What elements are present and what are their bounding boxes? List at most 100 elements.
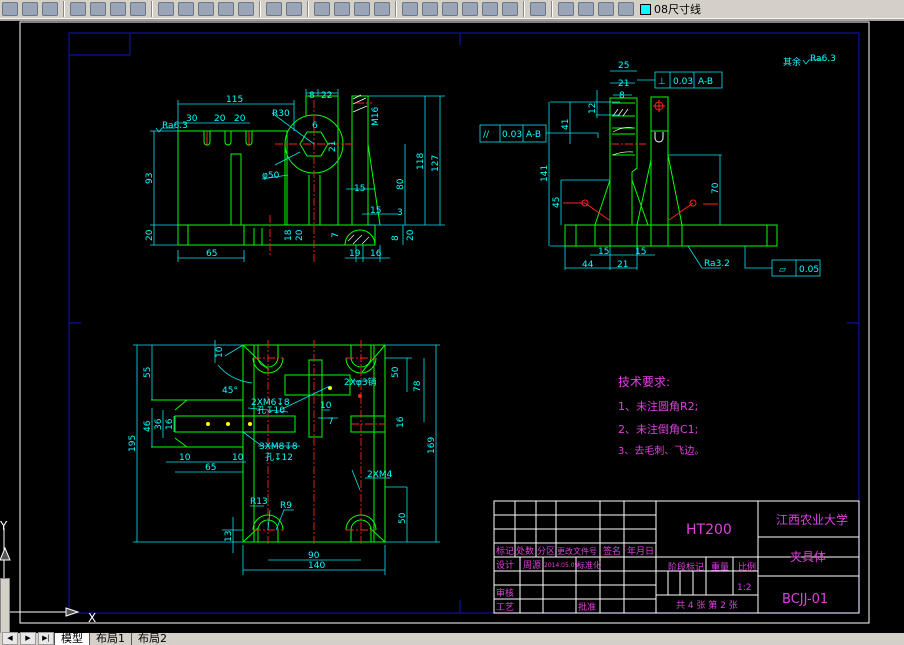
zoom-previous-icon[interactable] xyxy=(374,2,390,16)
preview-icon[interactable] xyxy=(90,2,106,16)
svg-text:1、未注圆角R2;: 1、未注圆角R2; xyxy=(618,399,698,413)
dim-text: 45° xyxy=(222,386,238,396)
open-icon[interactable] xyxy=(22,2,38,16)
dim-text: 55 xyxy=(143,367,153,378)
layer-name: 08尺寸线 xyxy=(654,3,701,16)
design-center-icon[interactable] xyxy=(422,2,438,16)
svg-text:审核: 审核 xyxy=(496,587,514,599)
callout-text: 2XM4 xyxy=(367,470,393,480)
dim-text: 3 xyxy=(397,208,403,218)
save-icon[interactable] xyxy=(42,2,58,16)
svg-text:2014.05.05: 2014.05.05 xyxy=(544,562,579,569)
dim-text: 15 xyxy=(354,184,365,194)
dim-text: 12 xyxy=(588,103,598,114)
dim-text: 70 xyxy=(711,182,721,194)
layer-color-swatch xyxy=(640,3,651,15)
sheet-set-icon[interactable] xyxy=(462,2,478,16)
svg-text:年月日: 年月日 xyxy=(627,545,654,557)
copy-icon[interactable] xyxy=(178,2,194,16)
layer-on-icon[interactable] xyxy=(578,2,594,16)
pan-icon[interactable] xyxy=(314,2,330,16)
dim-text: 50 xyxy=(391,366,401,378)
svg-text:技术要求:: 技术要求: xyxy=(618,375,670,389)
dim-text: 22 xyxy=(321,91,332,101)
zoom-realtime-icon[interactable] xyxy=(334,2,350,16)
block-editor-icon[interactable] xyxy=(238,2,254,16)
dim-text: 80 xyxy=(396,178,406,190)
toolbar-divider xyxy=(63,1,65,17)
dim-text: 10 xyxy=(179,453,191,463)
dim-text: 65 xyxy=(205,463,216,473)
svg-text:3、去毛刺、飞边。: 3、去毛刺、飞边。 xyxy=(618,445,704,457)
dim-text: 20 xyxy=(145,229,155,241)
docked-panel-edge[interactable] xyxy=(0,578,10,635)
zoom-window-icon[interactable] xyxy=(354,2,370,16)
redo-icon[interactable] xyxy=(286,2,302,16)
undo-icon[interactable] xyxy=(266,2,282,16)
svg-text:标记: 标记 xyxy=(496,545,514,557)
dim-text: 50 xyxy=(398,512,408,524)
callout-text: 2Xφ3销 xyxy=(344,376,377,388)
publish-icon[interactable] xyxy=(110,2,126,16)
dim-text: 20 xyxy=(406,229,416,241)
dim-text: 8 xyxy=(309,91,315,101)
dim-text: 20 xyxy=(214,114,226,124)
dim-text: 21 xyxy=(617,260,628,270)
svg-text:分区: 分区 xyxy=(537,546,555,557)
dim-text: 15 xyxy=(635,247,646,257)
last-tab-button[interactable]: ▶| xyxy=(38,632,54,645)
layer-manager-icon[interactable] xyxy=(558,2,574,16)
dim-text: 36 xyxy=(154,418,164,430)
layer-dropdown[interactable]: 08尺寸线 xyxy=(640,1,701,17)
dim-text: 65 xyxy=(206,249,217,259)
print-icon[interactable] xyxy=(70,2,86,16)
toolbar-divider xyxy=(523,1,525,17)
toolbar-divider xyxy=(307,1,309,17)
model-space[interactable] xyxy=(0,21,904,633)
svg-text:批准: 批准 xyxy=(578,601,596,613)
svg-text:处数: 处数 xyxy=(516,545,534,557)
standard-toolbar: 08尺寸线 xyxy=(0,0,904,19)
match-properties-icon[interactable] xyxy=(218,2,234,16)
part-name: 夹具体 xyxy=(790,550,826,564)
tab-layout1[interactable]: 布局1 xyxy=(89,633,131,645)
first-tab-button[interactable]: ◀ xyxy=(2,632,18,645)
svg-text:签名: 签名 xyxy=(603,545,621,557)
layer-freeze-icon[interactable] xyxy=(598,2,614,16)
material-text: HT200 xyxy=(686,522,732,538)
dim-text: 21 xyxy=(618,79,629,89)
dim-text: 18 xyxy=(284,229,294,241)
toolbar-divider xyxy=(151,1,153,17)
svg-text:周源: 周源 xyxy=(523,560,541,571)
dim-text: 78 xyxy=(413,380,423,392)
svg-text:A-B: A-B xyxy=(698,77,713,87)
tab-model[interactable]: 模型 xyxy=(54,633,89,645)
next-tab-button[interactable]: ▶ xyxy=(20,632,36,645)
svg-text:⊥: ⊥ xyxy=(658,77,666,87)
dim-text: φ50 xyxy=(262,171,280,181)
help-icon[interactable] xyxy=(530,2,546,16)
tab-layout2[interactable]: 布局2 xyxy=(131,633,173,645)
dim-text: 127 xyxy=(431,155,441,172)
drawing-canvas[interactable]: 115 30 20 20 8 22 R30 6 21 φ50 M16 118 1… xyxy=(0,0,904,645)
tool-palettes-icon[interactable] xyxy=(442,2,458,16)
school-name: 江西农业大学 xyxy=(776,512,848,527)
markup-icon[interactable] xyxy=(482,2,498,16)
toolbar-divider xyxy=(259,1,261,17)
dim-text: 19 xyxy=(349,249,361,259)
svg-text:▱: ▱ xyxy=(779,265,786,275)
dim-text: 15 xyxy=(370,206,381,216)
new-icon[interactable] xyxy=(2,2,18,16)
svg-text:2、未注倒角C1;: 2、未注倒角C1; xyxy=(618,422,698,436)
cut-icon[interactable] xyxy=(158,2,174,16)
dim-text: 10 xyxy=(215,346,225,358)
svg-text:工艺: 工艺 xyxy=(496,602,514,613)
dim-text: M16 xyxy=(371,107,381,126)
web-icon[interactable] xyxy=(130,2,146,16)
calculator-icon[interactable] xyxy=(502,2,518,16)
properties-icon[interactable] xyxy=(402,2,418,16)
dim-text: 45 xyxy=(552,197,562,208)
toolbar-divider xyxy=(551,1,553,17)
paste-icon[interactable] xyxy=(198,2,214,16)
layer-lock-icon[interactable] xyxy=(618,2,634,16)
